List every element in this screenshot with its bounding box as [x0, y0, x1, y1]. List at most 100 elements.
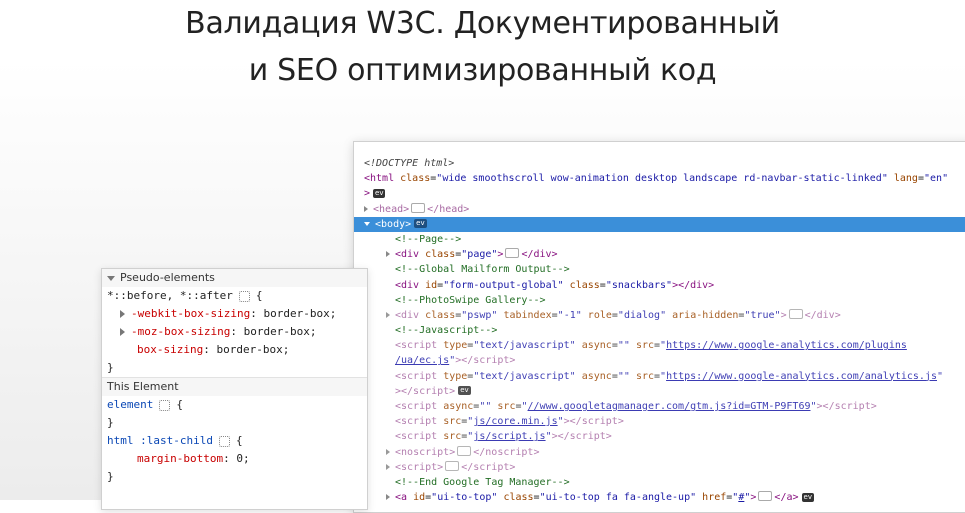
- html-lang-value: en: [930, 173, 943, 185]
- html-class-value: wide smoothscroll wow-animation desktop …: [442, 173, 882, 185]
- script-main-node[interactable]: <script src="js/script.js"></script>: [354, 429, 965, 444]
- style-prop-row[interactable]: box-sizing: border-box;: [102, 341, 367, 359]
- doctype-text: <!DOCTYPE html>: [364, 158, 455, 169]
- noscript-node[interactable]: <noscript> </noscript>: [354, 445, 965, 460]
- expand-icon[interactable]: [386, 251, 390, 258]
- comment-gtm-end[interactable]: <!--End Google Tag Manager-->: [354, 475, 965, 490]
- script-ec-node[interactable]: <script type="text/javascript" async="" …: [354, 338, 965, 353]
- event-badge[interactable]: ev: [458, 386, 471, 396]
- styles-panel: Pseudo-elements *::before, *::after{ -we…: [101, 268, 368, 510]
- pseudo-elements-section[interactable]: Pseudo-elements: [102, 269, 367, 287]
- comment-javascript[interactable]: <!--Javascript-->: [354, 323, 965, 338]
- comment-text: <!--End Google Tag Manager-->: [395, 476, 570, 488]
- prop-name[interactable]: -webkit-box-sizing: [131, 307, 250, 320]
- prop-name[interactable]: -moz-box-sizing: [131, 325, 230, 338]
- elements-panel: <!DOCTYPE html> <html class="wide smooth…: [353, 141, 965, 513]
- div-page-node[interactable]: <div class="page"> </div>: [354, 247, 965, 262]
- selector-text: html :last-child: [107, 434, 213, 447]
- script-analytics-node[interactable]: <script type="text/javascript" async="" …: [354, 369, 965, 384]
- rule-close-brace: }: [107, 361, 114, 374]
- gear-icon[interactable]: [159, 399, 171, 411]
- doctype-line[interactable]: <!DOCTYPE html>: [354, 156, 965, 171]
- script-inline-node[interactable]: <script> </script>: [354, 460, 965, 475]
- last-child-rule-selector[interactable]: html :last-child{: [102, 432, 367, 450]
- headline-line-1: Валидация W3C. Документированный: [185, 6, 780, 41]
- selector-text: *::before, *::after: [107, 289, 233, 302]
- prop-value[interactable]: border-box: [263, 307, 329, 320]
- href-link[interactable]: #: [738, 492, 744, 503]
- event-badge[interactable]: ev: [373, 188, 386, 198]
- attr-value: true: [750, 309, 775, 321]
- body-tag: body: [381, 218, 406, 230]
- style-prop-row[interactable]: -webkit-box-sizing: border-box;: [102, 305, 367, 323]
- html-open-line[interactable]: <html class="wide smoothscroll wow-anima…: [354, 171, 965, 186]
- attr-value: dialog: [623, 309, 661, 321]
- ellipsis-icon[interactable]: [445, 460, 460, 471]
- attr-value: form-output-global: [449, 279, 558, 291]
- gear-icon[interactable]: [218, 435, 230, 447]
- a-ui-to-top-node[interactable]: <a id="ui-to-top" class="ui-to-top fa fa…: [354, 490, 965, 505]
- gear-icon[interactable]: [238, 290, 250, 302]
- collapse-icon[interactable]: [364, 221, 370, 226]
- prop-value[interactable]: border-box: [244, 325, 310, 338]
- attr-value: page: [467, 249, 492, 261]
- comment-mailform[interactable]: <!--Global Mailform Output-->: [354, 262, 965, 277]
- element-rule-selector[interactable]: element{: [102, 396, 367, 414]
- style-prop-row[interactable]: -moz-box-sizing: border-box;: [102, 323, 367, 341]
- comment-photoswipe[interactable]: <!--PhotoSwipe Gallery-->: [354, 293, 965, 308]
- event-badge[interactable]: ev: [801, 492, 814, 502]
- this-element-section: This Element: [102, 377, 367, 396]
- html-close-bracket-line[interactable]: > ev: [354, 186, 965, 201]
- tag-name: noscript: [485, 446, 534, 458]
- pseudo-rule-selector[interactable]: *::before, *::after{: [102, 287, 367, 305]
- script-src-link[interactable]: js/script.js: [473, 431, 545, 442]
- ellipsis-icon[interactable]: [788, 308, 803, 319]
- ellipsis-icon[interactable]: [457, 445, 472, 456]
- expand-icon[interactable]: [386, 448, 390, 455]
- expand-icon[interactable]: [120, 328, 125, 336]
- attr-value: text/javascript: [479, 340, 570, 352]
- comment-text: <!--Global Mailform Output-->: [395, 264, 570, 276]
- expand-icon[interactable]: [386, 494, 390, 501]
- rule-close-brace: }: [107, 416, 114, 429]
- selector-text: element: [107, 398, 154, 411]
- comment-text: <!--Javascript-->: [395, 325, 498, 337]
- script-core-node[interactable]: <script src="js/core.min.js"></script>: [354, 414, 965, 429]
- section-title: Pseudo-elements: [120, 271, 215, 284]
- rule-close-brace: }: [107, 470, 114, 483]
- collapse-icon[interactable]: [107, 275, 115, 281]
- ellipsis-icon[interactable]: [411, 202, 426, 213]
- expand-icon[interactable]: [386, 311, 390, 318]
- attr-value: pswp: [467, 309, 492, 321]
- script-ec-cont[interactable]: /ua/ec.js"></script>: [354, 353, 965, 368]
- expand-icon[interactable]: [364, 205, 368, 212]
- style-prop-row[interactable]: margin-bottom: 0;: [102, 450, 367, 468]
- script-src-link[interactable]: /ua/ec.js: [395, 355, 449, 366]
- comment-text: <!--Page-->: [395, 233, 462, 245]
- expand-icon[interactable]: [386, 463, 390, 470]
- prop-name[interactable]: box-sizing: [137, 343, 203, 356]
- tag-name: script: [401, 461, 438, 473]
- event-badge[interactable]: ev: [414, 219, 427, 229]
- script-analytics-cont[interactable]: ></script> ev: [354, 384, 965, 399]
- head-node[interactable]: <head> </head>: [354, 202, 965, 217]
- body-node-selected[interactable]: <body> ev: [354, 216, 965, 232]
- page-headline: Валидация W3C. Документированный и SEO о…: [0, 0, 965, 94]
- comment-page[interactable]: <!--Page-->: [354, 232, 965, 247]
- prop-value[interactable]: border-box: [216, 343, 282, 356]
- script-src-link[interactable]: https://www.google-analytics.com/plugins: [666, 340, 907, 351]
- script-src-link[interactable]: https://www.google-analytics.com/analyti…: [666, 371, 937, 382]
- headline-line-2: и SEO оптимизированный код: [248, 53, 717, 88]
- attr-value: -1: [563, 309, 576, 321]
- head-tag-close: head: [439, 203, 464, 215]
- prop-name[interactable]: margin-bottom: [137, 452, 223, 465]
- script-src-link[interactable]: //www.googletagmanager.com/gtm.js?id=GTM…: [528, 401, 811, 412]
- script-gtm-node[interactable]: <script async="" src="//www.googletagman…: [354, 399, 965, 414]
- div-pswp-node[interactable]: <div class="pswp" tabindex="-1" role="di…: [354, 308, 965, 323]
- script-src-link[interactable]: js/core.min.js: [473, 416, 557, 427]
- div-mailform-node[interactable]: <div id="form-output-global" class="snac…: [354, 278, 965, 293]
- prop-value[interactable]: 0: [236, 452, 243, 465]
- attr-value: ui-to-top: [437, 492, 492, 504]
- ellipsis-icon[interactable]: [505, 248, 520, 259]
- expand-icon[interactable]: [120, 310, 125, 318]
